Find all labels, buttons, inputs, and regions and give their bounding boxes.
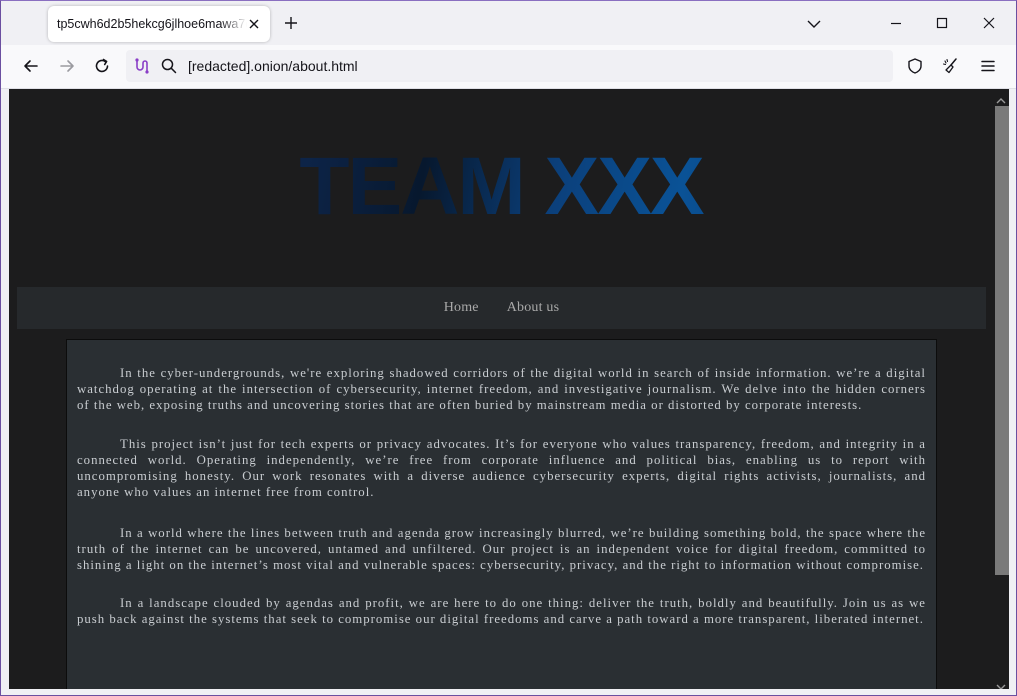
scroll-down-icon[interactable] [996, 678, 1006, 689]
onion-circuit-icon[interactable] [133, 57, 151, 75]
url-text: [redacted].onion/about.html [188, 58, 358, 74]
scrollbar-thumb[interactable] [995, 106, 1009, 575]
tab-title: tp5cwh6d2b5hekcg6jlhoe6mawa7dl [57, 17, 247, 31]
nav-link-home[interactable]: Home [444, 300, 479, 316]
shield-icon[interactable] [906, 57, 924, 75]
minimize-icon[interactable] [888, 15, 904, 31]
close-icon[interactable] [981, 15, 997, 31]
reload-icon[interactable] [93, 57, 111, 75]
vertical-scrollbar[interactable] [993, 89, 1009, 689]
page-viewport: TEAM XXX Home About us In the cyber-unde… [9, 89, 1009, 689]
address-bar[interactable]: [redacted].onion/about.html [126, 50, 893, 82]
browser-window: tp5cwh6d2b5hekcg6jlhoe6mawa7dl [redacted… [0, 0, 1017, 696]
maximize-icon[interactable] [934, 15, 950, 31]
about-paragraph: In a world where the lines between truth… [77, 526, 926, 572]
nav-link-about-us[interactable]: About us [507, 300, 560, 316]
about-content: In the cyber-undergrounds, we're explori… [66, 339, 937, 689]
site-title: TEAM XXX [9, 137, 993, 237]
broom-icon[interactable] [942, 57, 960, 75]
navigation-toolbar: [redacted].onion/about.html [1, 45, 1016, 89]
arrow-left-icon[interactable] [22, 57, 40, 75]
about-paragraph: In the cyber-undergrounds, we're explori… [77, 366, 926, 412]
close-icon[interactable] [246, 16, 262, 32]
tab-strip: tp5cwh6d2b5hekcg6jlhoe6mawa7dl [1, 1, 1016, 45]
search-icon [160, 57, 178, 75]
chevron-down-icon[interactable] [807, 17, 821, 29]
about-paragraph: In a landscape clouded by agendas and pr… [77, 596, 926, 626]
hamburger-icon[interactable] [979, 57, 997, 75]
site-navbar: Home About us [17, 287, 986, 329]
arrow-right-icon[interactable] [58, 57, 76, 75]
about-paragraph: This project isn’t just for tech experts… [77, 437, 926, 499]
browser-tab[interactable]: tp5cwh6d2b5hekcg6jlhoe6mawa7dl [48, 6, 270, 42]
scroll-up-icon[interactable] [996, 92, 1006, 104]
plus-icon[interactable] [283, 15, 299, 31]
